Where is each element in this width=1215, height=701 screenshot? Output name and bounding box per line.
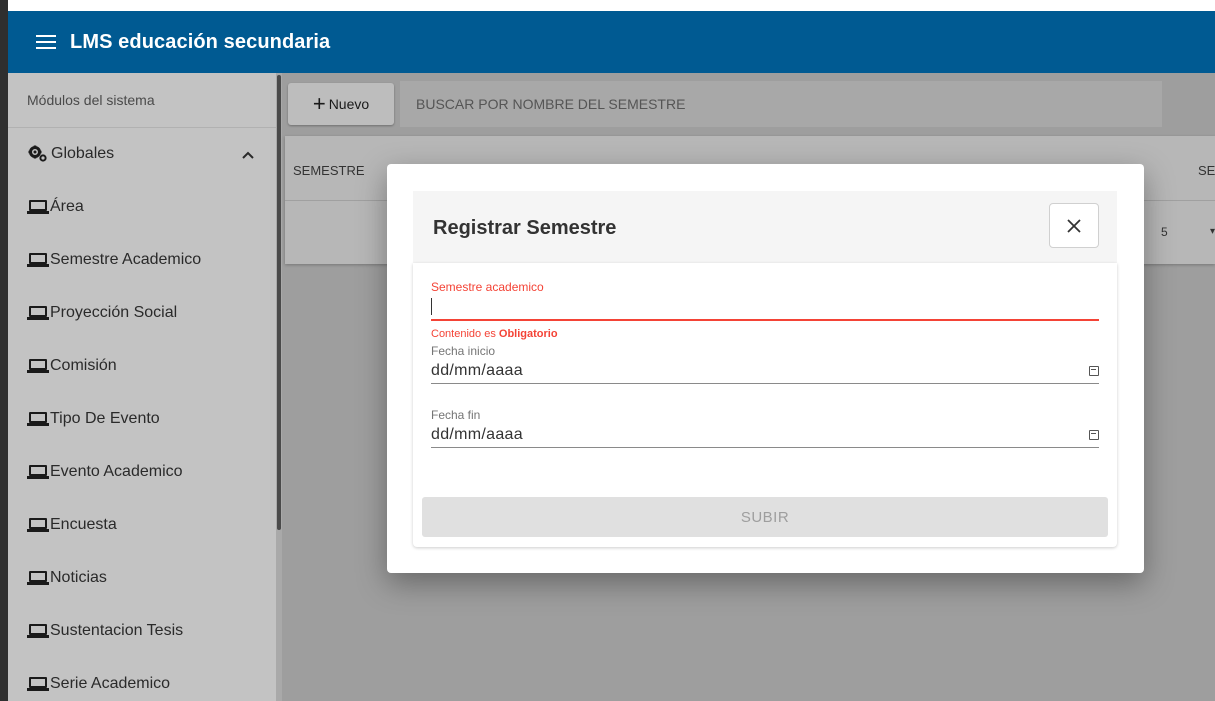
sidebar-item-noticias[interactable]: Noticias	[8, 551, 278, 604]
search-input[interactable]: BUSCAR POR NOMBRE DEL SEMESTRE	[400, 81, 1162, 127]
sidebar-group-globales[interactable]: Globales	[8, 128, 278, 180]
laptop-icon	[27, 464, 49, 479]
sidebar-item-comision[interactable]: Comisión	[8, 339, 278, 392]
semestre-field: Semestre academico Contenido es Obligato…	[431, 280, 1099, 340]
fecha-inicio-label: Fecha inicio	[431, 344, 496, 358]
sidebar-item-area[interactable]: Área	[8, 180, 278, 233]
semestre-input[interactable]	[431, 294, 1099, 321]
fecha-inicio-value: dd/mm/aaaa	[431, 361, 523, 379]
sidebar-item-encuesta[interactable]: Encuesta	[8, 498, 278, 551]
sidebar-item-label: Evento Academico	[50, 462, 183, 480]
new-button[interactable]: + Nuevo	[288, 83, 394, 125]
laptop-icon	[27, 199, 49, 214]
sidebar-item-label: Noticias	[50, 568, 107, 586]
fecha-inicio-input[interactable]: dd/mm/aaaa	[431, 358, 1099, 384]
calendar-icon[interactable]	[1089, 365, 1099, 376]
window-edge	[0, 0, 8, 701]
calendar-icon[interactable]	[1089, 429, 1099, 440]
new-button-label: Nuevo	[328, 96, 370, 112]
submit-button[interactable]: SUBIR	[422, 497, 1108, 537]
laptop-icon	[27, 305, 49, 320]
sidebar-item-semestre-academico[interactable]: Semestre Academico	[8, 233, 278, 286]
fecha-fin-value: dd/mm/aaaa	[431, 425, 523, 443]
sidebar-item-evento-academico[interactable]: Evento Academico	[8, 445, 278, 498]
sidebar-item-label: Encuesta	[50, 515, 117, 533]
menu-icon[interactable]	[36, 35, 56, 49]
app-bar: LMS educación secundaria	[8, 11, 1215, 73]
laptop-icon	[27, 676, 49, 691]
laptop-icon	[27, 358, 49, 373]
sidebar-group-label: Globales	[51, 145, 115, 162]
semester-form: Semestre academico Contenido es Obligato…	[413, 263, 1117, 547]
register-semester-dialog: Registrar Semestre Semestre academico Co…	[387, 164, 1144, 573]
fecha-fin-input[interactable]: dd/mm/aaaa	[431, 422, 1099, 448]
close-button[interactable]	[1049, 203, 1099, 248]
laptop-icon	[27, 623, 49, 638]
text-cursor	[431, 298, 432, 315]
app-title: LMS educación secundaria	[70, 30, 331, 53]
semestre-error-helper: Contenido es Obligatorio	[431, 328, 558, 340]
sidebar-item-proyeccion-social[interactable]: Proyección Social	[8, 286, 278, 339]
sidebar-item-sustentacion-tesis[interactable]: Sustentacion Tesis	[8, 604, 278, 657]
sidebar-item-serie-academico[interactable]: Serie Academico	[8, 657, 278, 701]
sidebar-item-label: Sustentacion Tesis	[50, 621, 184, 639]
semestre-label: Semestre academico	[431, 280, 544, 294]
laptop-icon	[27, 570, 49, 585]
sidebar-header: Módulos del sistema	[8, 73, 278, 128]
sidebar-item-label: Tipo De Evento	[50, 409, 160, 427]
chevron-up-icon[interactable]	[242, 146, 254, 162]
plus-icon: +	[312, 91, 326, 116]
sidebar-item-tipo-de-evento[interactable]: Tipo De Evento	[8, 392, 278, 445]
sidebar-item-label: Proyección Social	[50, 303, 178, 321]
caret-down-icon[interactable]: ▾	[1210, 226, 1215, 237]
close-icon	[1067, 218, 1081, 233]
sidebar: Módulos del sistema Globales Área Semest…	[8, 73, 278, 701]
fecha-inicio-field: Fecha inicio dd/mm/aaaa	[431, 344, 1099, 384]
fecha-fin-field: Fecha fin dd/mm/aaaa	[431, 408, 1099, 448]
fecha-fin-label: Fecha fin	[431, 408, 481, 422]
sidebar-item-label: Comisión	[50, 356, 117, 374]
column-header-semestre[interactable]: SEMESTRE	[293, 163, 365, 178]
sidebar-item-label: Área	[50, 197, 84, 215]
gears-icon	[28, 145, 47, 162]
laptop-icon	[27, 411, 49, 426]
sidebar-item-label: Semestre Academico	[50, 250, 202, 268]
rows-per-page-select[interactable]: 5	[1161, 225, 1168, 239]
column-header-right[interactable]: SE	[1198, 163, 1215, 178]
sidebar-item-label: Serie Academico	[50, 674, 171, 692]
laptop-icon	[27, 517, 49, 532]
dialog-header: Registrar Semestre	[413, 191, 1117, 263]
laptop-icon	[27, 252, 49, 267]
dialog-title: Registrar Semestre	[433, 217, 617, 239]
search-placeholder: BUSCAR POR NOMBRE DEL SEMESTRE	[416, 96, 686, 112]
